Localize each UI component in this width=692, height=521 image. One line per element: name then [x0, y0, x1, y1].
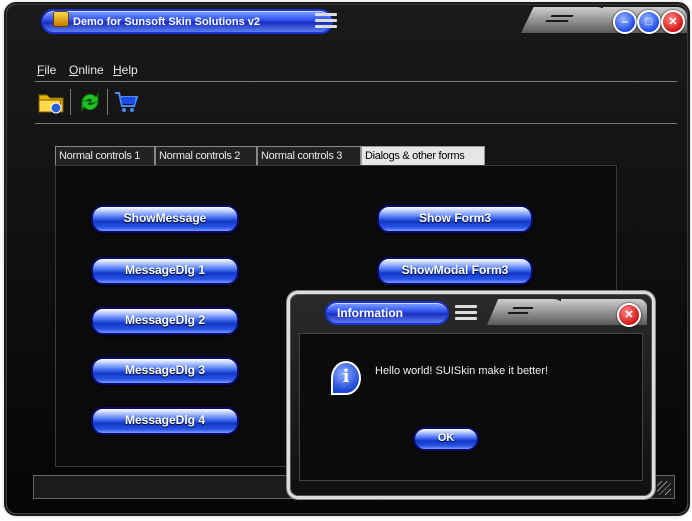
tab-normal-controls-3[interactable]: Normal controls 3	[257, 146, 361, 165]
show-modal-form3-button[interactable]: ShowModal Form3	[377, 257, 533, 285]
folder-open-icon[interactable]	[37, 89, 65, 115]
dialog-title: Information	[337, 306, 403, 320]
title-swoosh-decoration	[521, 7, 611, 33]
window-title: Demo for Sunsoft Skin Solutions v2	[73, 16, 261, 28]
show-form3-button[interactable]: Show Form3	[377, 205, 533, 233]
toolbar-divider	[35, 123, 677, 124]
menu-file-rest: ile	[44, 63, 57, 77]
toolbar-separator	[70, 89, 71, 115]
tab-dialogs-and-other-forms[interactable]: Dialogs & other forms	[361, 146, 485, 165]
menu-online-accel: O	[69, 63, 79, 77]
dialog-body	[299, 333, 643, 481]
menu-file[interactable]: File	[37, 63, 56, 77]
message-dlg-4-button[interactable]: MessageDlg 4	[91, 407, 239, 435]
menu-help-rest: elp	[121, 63, 138, 77]
message-dlg-3-button[interactable]: MessageDlg 3	[91, 357, 239, 385]
message-dlg-2-button[interactable]: MessageDlg 2	[91, 307, 239, 335]
close-icon[interactable]: ✕	[661, 10, 685, 34]
tab-normal-controls-2[interactable]: Normal controls 2	[155, 146, 257, 165]
tab-normal-controls-1[interactable]: Normal controls 1	[55, 146, 155, 165]
dialog-title-bar[interactable]: Information	[325, 301, 449, 325]
system-menu-icon[interactable]	[315, 10, 337, 31]
information-icon: i	[331, 361, 361, 395]
maximize-icon[interactable]: □	[637, 10, 661, 34]
information-dialog: Information ✕ i Hello world! SUISkin mak…	[290, 294, 652, 496]
ok-button[interactable]: OK	[413, 427, 479, 451]
dialog-title-swoosh-decoration	[487, 299, 567, 325]
menu-help-accel: H	[113, 63, 122, 77]
app-icon	[53, 11, 69, 27]
menu-online-rest: nline	[78, 63, 104, 77]
toolbar-separator	[107, 89, 108, 115]
menu-online[interactable]: Online	[69, 63, 104, 77]
show-message-button[interactable]: ShowMessage	[91, 205, 239, 233]
dialog-system-menu-icon[interactable]	[455, 302, 477, 323]
dialog-close-icon[interactable]: ✕	[617, 303, 641, 327]
refresh-icon[interactable]	[77, 89, 103, 115]
resize-grip-icon[interactable]	[657, 481, 671, 495]
menu-help[interactable]: Help	[113, 63, 138, 77]
minimize-icon[interactable]: ‒	[613, 10, 637, 34]
window-title-bar[interactable]: Demo for Sunsoft Skin Solutions v2	[41, 9, 333, 34]
dialog-message: Hello world! SUISkin make it better!	[375, 365, 549, 377]
message-dlg-1-button[interactable]: MessageDlg 1	[91, 257, 239, 285]
menu-divider	[35, 81, 677, 82]
shopping-cart-icon[interactable]	[113, 89, 139, 115]
